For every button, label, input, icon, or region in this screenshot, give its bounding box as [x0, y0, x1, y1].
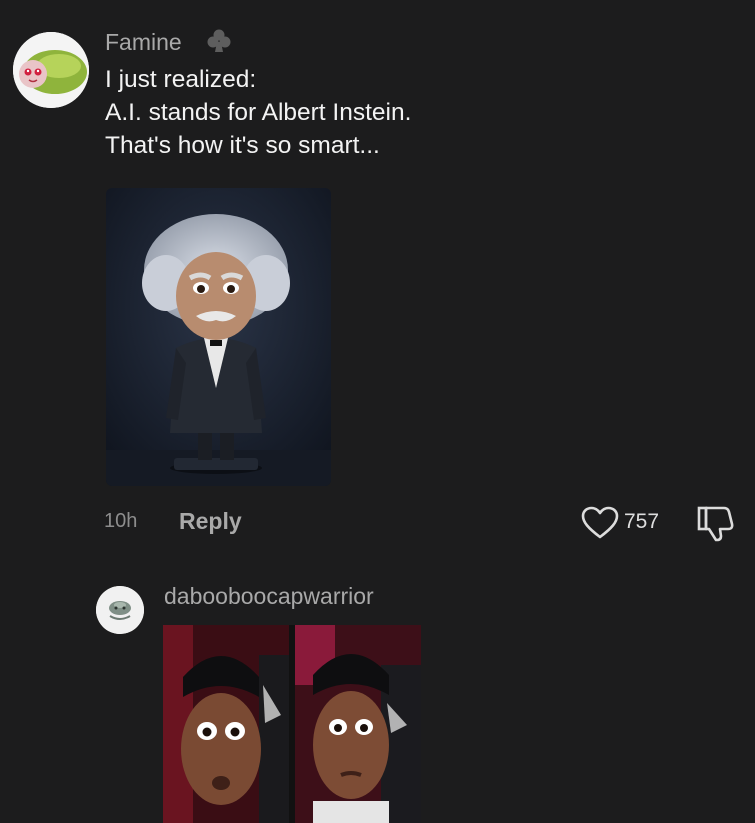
username-label: Famine [105, 29, 182, 55]
thumbs-down-icon [697, 506, 734, 542]
comment-image[interactable] [163, 625, 421, 823]
username[interactable]: dabooboocapwarrior [164, 583, 374, 610]
comment: dabooboocapwarrior [0, 570, 755, 823]
comment-line: I just realized: [105, 66, 257, 93]
comment-text: I just realized: A.I. stands for Albert … [105, 63, 411, 162]
comment-image[interactable] [106, 188, 331, 486]
username[interactable]: Famine [105, 29, 182, 56]
avatar-image [96, 586, 144, 634]
heart-icon [581, 506, 619, 539]
dislike-button[interactable] [694, 502, 738, 544]
figurine-image [106, 188, 331, 486]
like-count: 757 [624, 510, 660, 533]
comment-line: A.I. stands for Albert Instein. [105, 99, 412, 126]
reply-button[interactable]: Reply [179, 508, 242, 535]
avatar[interactable] [96, 586, 144, 634]
avatar-image [13, 32, 89, 108]
comment-time: 10h [104, 510, 138, 532]
comment-line: That's how it's so smart... [105, 132, 380, 159]
comment: Famine I just realized: A.I. stands for … [0, 0, 755, 560]
reaction-meme-image [163, 625, 421, 823]
like-button[interactable] [580, 505, 620, 541]
club-icon [204, 27, 234, 55]
avatar[interactable] [13, 32, 89, 108]
